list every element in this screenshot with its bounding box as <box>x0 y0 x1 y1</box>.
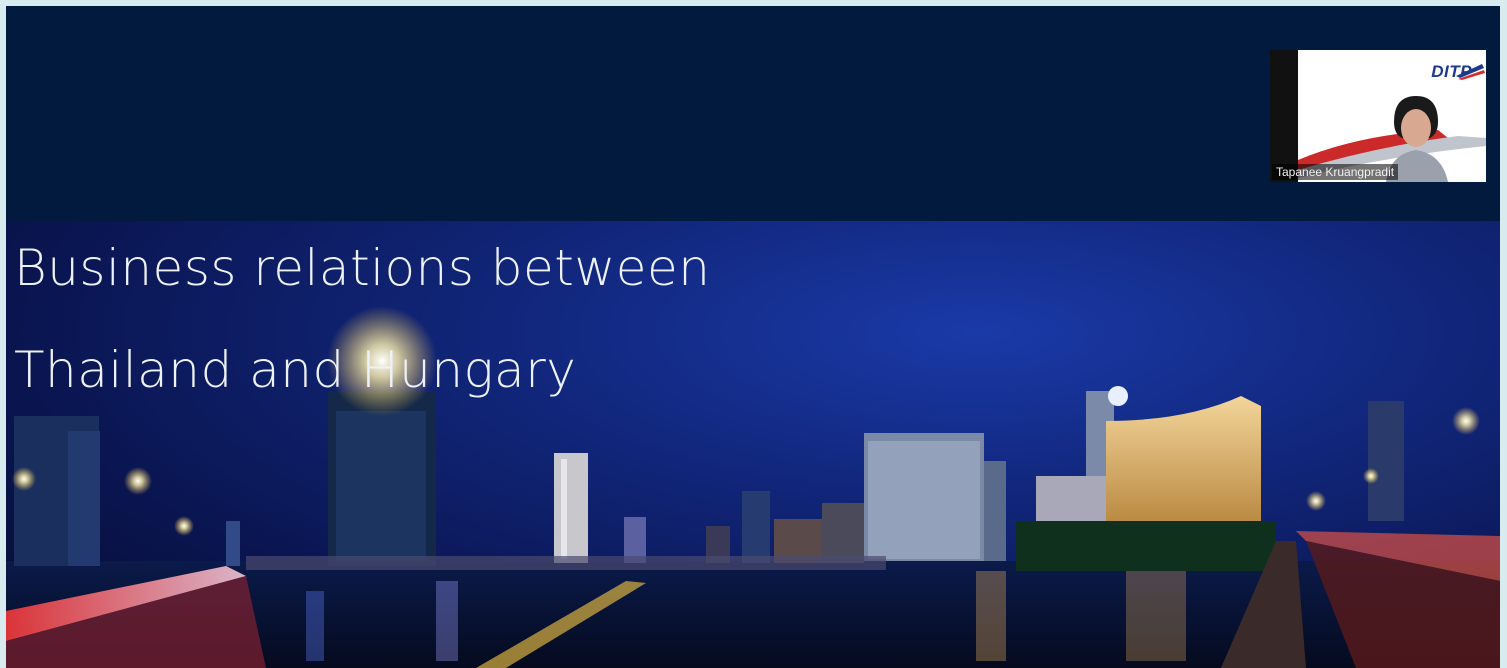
participant-name-label: Tapanee Kruangpradit <box>1272 164 1399 180</box>
slide-title-line1: Business relations between <box>14 239 711 297</box>
participant-video-tile[interactable]: DITP Tapanee Kruangpradit <box>1270 50 1486 182</box>
presenter-avatar <box>1386 96 1448 182</box>
presentation-frame: Business relations between Thailand and … <box>6 6 1500 668</box>
slide-title-line2: Thailand and Hungary <box>14 341 577 399</box>
video-feed: DITP <box>1298 50 1486 182</box>
bangkok-night-skyline-image: Business relations between Thailand and … <box>6 221 1500 668</box>
